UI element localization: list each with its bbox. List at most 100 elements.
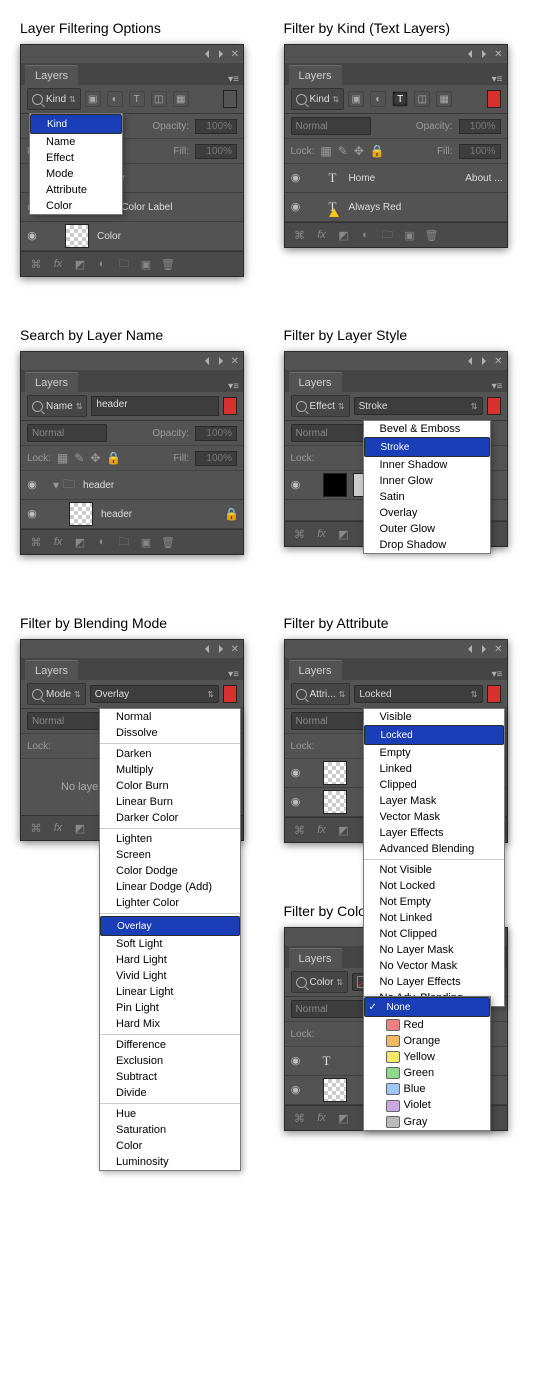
dd-item[interactable]: Hard Light (100, 952, 240, 968)
blend-select[interactable]: Normal (291, 117, 371, 135)
dd-item[interactable]: Linear Light (100, 984, 240, 1000)
filter-toggle[interactable] (487, 90, 501, 108)
dd-item[interactable]: Green (364, 1065, 490, 1081)
visibility-icon[interactable]: ◉ (289, 171, 303, 185)
trash-icon[interactable]: 🗑 (425, 228, 439, 242)
dd-item[interactable]: Visible (364, 709, 504, 725)
panel-menu-icon[interactable]: ▾≡ (492, 74, 503, 85)
dd-item[interactable]: Layer Mask (364, 793, 504, 809)
lock-move-icon[interactable]: ✥ (90, 451, 100, 465)
fill-value[interactable]: 100% (195, 451, 237, 466)
new-icon[interactable]: ▣ (139, 535, 153, 549)
dd-item[interactable]: Saturation (100, 1122, 240, 1138)
mode-select[interactable]: Overlay⇅ (90, 685, 219, 703)
collapse-right-icon[interactable] (219, 357, 223, 365)
collapse-left-icon[interactable] (205, 50, 209, 58)
lock-paint-icon[interactable]: ✎ (74, 451, 84, 465)
panel-menu-icon[interactable]: ▾≡ (228, 74, 239, 85)
dd-item[interactable]: Layer Effects (364, 825, 504, 841)
dd-item[interactable]: Drop Shadow (364, 537, 490, 553)
tab-layers[interactable]: Layers (25, 372, 78, 392)
dd-item[interactable]: Advanced Blending (364, 841, 504, 857)
dd-item[interactable]: Not Linked (364, 910, 504, 926)
lock-all-icon[interactable]: 🔒 (370, 144, 385, 158)
mask-icon[interactable]: ◩ (337, 228, 351, 242)
folder-disclosure-icon[interactable]: ▾ (53, 478, 59, 492)
dd-item[interactable]: Linear Dodge (Add) (100, 879, 240, 895)
tab-layers[interactable]: Layers (289, 660, 342, 680)
dd-item[interactable]: Not Visible (364, 862, 504, 878)
dd-item[interactable]: Empty (364, 745, 504, 761)
link-icon[interactable]: ⌘ (29, 535, 43, 549)
visibility-icon[interactable]: ◉ (289, 766, 303, 780)
dd-item[interactable]: Clipped (364, 777, 504, 793)
dd-item[interactable]: Blue (364, 1081, 490, 1097)
dd-item[interactable]: Pin Light (100, 1000, 240, 1016)
dd-item[interactable]: Satin (364, 489, 490, 505)
link-icon[interactable]: ⌘ (293, 823, 307, 837)
link-icon[interactable]: ⌘ (293, 228, 307, 242)
dd-item[interactable]: Overlay (364, 505, 490, 521)
close-icon[interactable]: ✕ (231, 49, 239, 60)
blend-select[interactable]: Normal (27, 424, 107, 442)
dd-item[interactable]: Lighter Color (100, 895, 240, 911)
kind-adjust-icon[interactable]: ◐ (370, 91, 386, 107)
trash-icon[interactable]: 🗑 (161, 535, 175, 549)
fx-icon[interactable]: fx (315, 823, 329, 837)
dd-item[interactable]: Divide (100, 1085, 240, 1101)
dd-item[interactable]: No Layer Effects (364, 974, 504, 990)
panel-menu-icon[interactable]: ▾≡ (492, 669, 503, 680)
dd-item[interactable]: Inner Glow (364, 473, 490, 489)
dd-item[interactable]: Hard Mix (100, 1016, 240, 1032)
kind-adjust-icon[interactable]: ◐ (107, 91, 123, 107)
collapse-right-icon[interactable] (482, 645, 486, 653)
close-icon[interactable]: ✕ (494, 644, 502, 655)
dd-item[interactable]: Red (364, 1017, 490, 1033)
tab-layers[interactable]: Layers (289, 372, 342, 392)
dd-item[interactable]: Effect (30, 150, 122, 166)
attribute-dropdown[interactable]: VisibleLockedEmptyLinkedClippedLayer Mas… (363, 708, 505, 1007)
new-icon[interactable]: ▣ (403, 228, 417, 242)
panel-menu-icon[interactable]: ▾≡ (228, 381, 239, 392)
link-icon[interactable]: ⌘ (29, 257, 43, 271)
new-icon[interactable]: ▣ (139, 257, 153, 271)
attribute-select[interactable]: Locked⇅ (354, 685, 482, 703)
dd-item[interactable]: Dissolve (100, 725, 240, 741)
filter-type-select[interactable]: Mode⇅ (27, 683, 86, 705)
dd-item[interactable]: Not Locked (364, 878, 504, 894)
dd-item[interactable]: Color (30, 198, 122, 214)
dd-item[interactable]: Outer Glow (364, 521, 490, 537)
collapse-right-icon[interactable] (482, 50, 486, 58)
trash-icon[interactable]: 🗑 (161, 257, 175, 271)
dd-item[interactable]: Gray (364, 1114, 490, 1130)
visibility-icon[interactable]: ◉ (289, 1054, 303, 1068)
name-search-input[interactable]: header (91, 396, 219, 416)
layer-row[interactable]: ◉Color (21, 222, 243, 251)
dd-item[interactable]: Lighten (100, 831, 240, 847)
fx-icon[interactable]: fx (315, 228, 329, 242)
mode-dropdown[interactable]: NormalDissolveDarkenMultiplyColor BurnLi… (99, 708, 241, 1171)
collapse-left-icon[interactable] (468, 645, 472, 653)
visibility-icon[interactable]: ◉ (25, 507, 39, 521)
dd-item[interactable]: Linked (364, 761, 504, 777)
layer-row[interactable]: ◉▾🗀header (21, 471, 243, 500)
fx-icon[interactable]: fx (51, 821, 65, 835)
dd-item[interactable]: Multiply (100, 762, 240, 778)
fx-icon[interactable]: fx (51, 535, 65, 549)
adjust-icon[interactable]: ◐ (359, 228, 373, 242)
dd-item[interactable]: Color Dodge (100, 863, 240, 879)
dd-item[interactable]: Name (30, 134, 122, 150)
layer-row[interactable]: ◉header🔒 (21, 500, 243, 529)
dd-item[interactable]: Orange (364, 1033, 490, 1049)
effect-select[interactable]: Stroke⇅ (354, 397, 483, 415)
collapse-right-icon[interactable] (482, 357, 486, 365)
dd-item[interactable]: Bevel & Emboss (364, 421, 490, 437)
dd-item[interactable]: Overlay (100, 916, 240, 936)
lock-all-icon[interactable]: 🔒 (106, 451, 121, 465)
kind-type-icon[interactable]: T (129, 91, 145, 107)
dd-item[interactable]: Violet (364, 1097, 490, 1113)
filter-type-dropdown[interactable]: Kind Name Effect Mode Attribute Color (29, 113, 123, 215)
filter-type-select[interactable]: Kind⇅ (291, 88, 345, 110)
dd-item[interactable]: Vector Mask (364, 809, 504, 825)
dd-item[interactable]: Kind (30, 114, 122, 134)
